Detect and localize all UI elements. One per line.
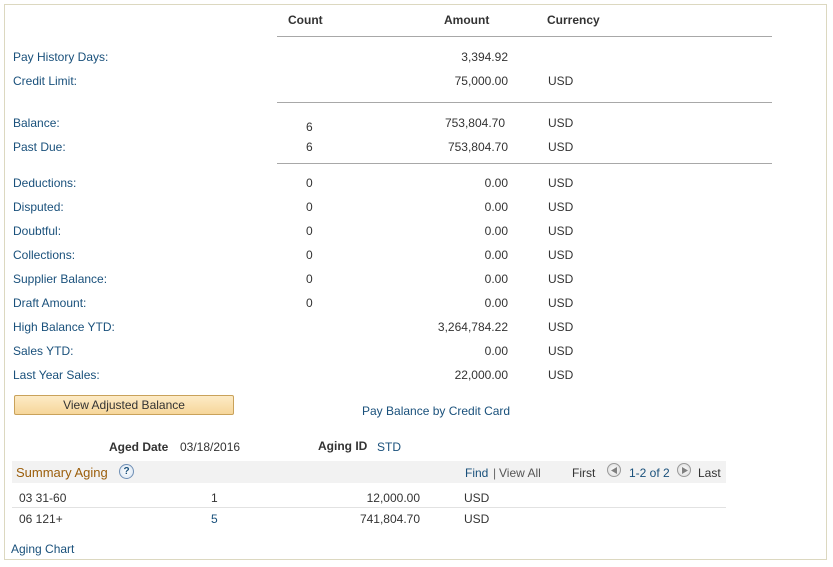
pay-balance-by-credit-card-link[interactable]: Pay Balance by Credit Card bbox=[362, 404, 510, 418]
aging-currency: USD bbox=[464, 512, 490, 526]
find-link[interactable]: Find bbox=[465, 466, 488, 480]
doubtful-label: Doubtful: bbox=[13, 224, 62, 238]
pay-history-days-amount: 3,394.92 bbox=[461, 50, 508, 64]
credit-limit-amount: 75,000.00 bbox=[454, 74, 508, 88]
supplier-balance-currency: USD bbox=[548, 272, 574, 286]
aging-amount: 12,000.00 bbox=[366, 491, 420, 505]
collections-currency: USD bbox=[548, 248, 574, 262]
supplier-balance-amount: 0.00 bbox=[484, 272, 508, 286]
high-balance-ytd-amount: 3,264,784.22 bbox=[437, 320, 508, 334]
credit-limit-label: Credit Limit: bbox=[13, 74, 78, 88]
last-year-sales-currency: USD bbox=[548, 368, 574, 382]
group2-divider bbox=[277, 163, 772, 164]
doubtful-count: 0 bbox=[306, 224, 313, 238]
past-due-label: Past Due: bbox=[13, 140, 66, 154]
high-balance-ytd-label: High Balance YTD: bbox=[13, 320, 115, 334]
disputed-count: 0 bbox=[306, 200, 313, 214]
nav-separator: | bbox=[493, 466, 497, 480]
page-range-indicator: 1-2 of 2 bbox=[629, 466, 670, 480]
balance-count: 6 bbox=[306, 120, 313, 134]
last-year-sales-amount: 22,000.00 bbox=[454, 368, 508, 382]
aging-chart-link[interactable]: Aging Chart bbox=[11, 542, 74, 556]
aging-amount: 741,804.70 bbox=[359, 512, 420, 526]
summary-aging-grid-header: Summary Aging ? Find | View All First 1-… bbox=[12, 461, 726, 483]
aged-date-value: 03/18/2016 bbox=[180, 440, 241, 454]
sales-ytd-label: Sales YTD: bbox=[13, 344, 74, 358]
disputed-amount: 0.00 bbox=[484, 200, 508, 214]
deductions-amount: 0.00 bbox=[484, 176, 508, 190]
aging-id-link[interactable]: STD bbox=[377, 440, 401, 454]
sales-ytd-currency: USD bbox=[548, 344, 574, 358]
past-due-amount: 753,804.70 bbox=[447, 140, 508, 154]
balance-amount: 753,804.70 bbox=[444, 116, 505, 130]
balance-currency: USD bbox=[548, 116, 574, 130]
disputed-currency: USD bbox=[548, 200, 574, 214]
past-due-count: 6 bbox=[306, 140, 313, 154]
count-header: Count bbox=[288, 13, 323, 27]
past-due-currency: USD bbox=[548, 140, 574, 154]
collections-label: Collections: bbox=[13, 248, 76, 262]
credit-limit-currency: USD bbox=[548, 74, 574, 88]
draft-amount-label: Draft Amount: bbox=[13, 296, 87, 310]
first-link[interactable]: First bbox=[572, 466, 595, 480]
deductions-currency: USD bbox=[548, 176, 574, 190]
amount-header: Amount bbox=[444, 13, 490, 27]
doubtful-currency: USD bbox=[548, 224, 574, 238]
last-link[interactable]: Last bbox=[698, 466, 721, 480]
collections-count: 0 bbox=[306, 248, 313, 262]
aging-bucket: 06 121+ bbox=[19, 512, 63, 526]
pay-history-days-label: Pay History Days: bbox=[13, 50, 109, 64]
draft-amount-currency: USD bbox=[548, 296, 574, 310]
draft-amount-count: 0 bbox=[306, 296, 313, 310]
collections-amount: 0.00 bbox=[484, 248, 508, 262]
previous-arrow-icon[interactable] bbox=[607, 463, 621, 477]
group1-divider bbox=[277, 102, 772, 103]
currency-header: Currency bbox=[547, 13, 600, 27]
deductions-count: 0 bbox=[306, 176, 313, 190]
balance-label: Balance: bbox=[13, 116, 60, 130]
aging-bucket: 03 31-60 bbox=[19, 491, 67, 505]
next-arrow-icon[interactable] bbox=[677, 463, 691, 477]
supplier-balance-label: Supplier Balance: bbox=[13, 272, 108, 286]
aging-id-label: Aging ID bbox=[318, 439, 368, 453]
row-divider bbox=[12, 507, 726, 508]
deductions-label: Deductions: bbox=[13, 176, 77, 190]
supplier-balance-count: 0 bbox=[306, 272, 313, 286]
header-divider bbox=[277, 36, 772, 37]
draft-amount-amount: 0.00 bbox=[484, 296, 508, 310]
disputed-label: Disputed: bbox=[13, 200, 64, 214]
doubtful-amount: 0.00 bbox=[484, 224, 508, 238]
sales-ytd-amount: 0.00 bbox=[484, 344, 508, 358]
view-adjusted-balance-button[interactable]: View Adjusted Balance bbox=[14, 395, 234, 415]
aged-date-label: Aged Date bbox=[109, 440, 169, 454]
last-year-sales-label: Last Year Sales: bbox=[13, 368, 100, 382]
high-balance-ytd-currency: USD bbox=[548, 320, 574, 334]
aging-currency: USD bbox=[464, 491, 490, 505]
view-all-link[interactable]: View All bbox=[499, 466, 541, 480]
aging-count-link[interactable]: 5 bbox=[211, 512, 218, 526]
help-icon[interactable]: ? bbox=[119, 464, 134, 479]
aging-count: 1 bbox=[211, 491, 218, 505]
summary-aging-title: Summary Aging bbox=[16, 465, 108, 480]
